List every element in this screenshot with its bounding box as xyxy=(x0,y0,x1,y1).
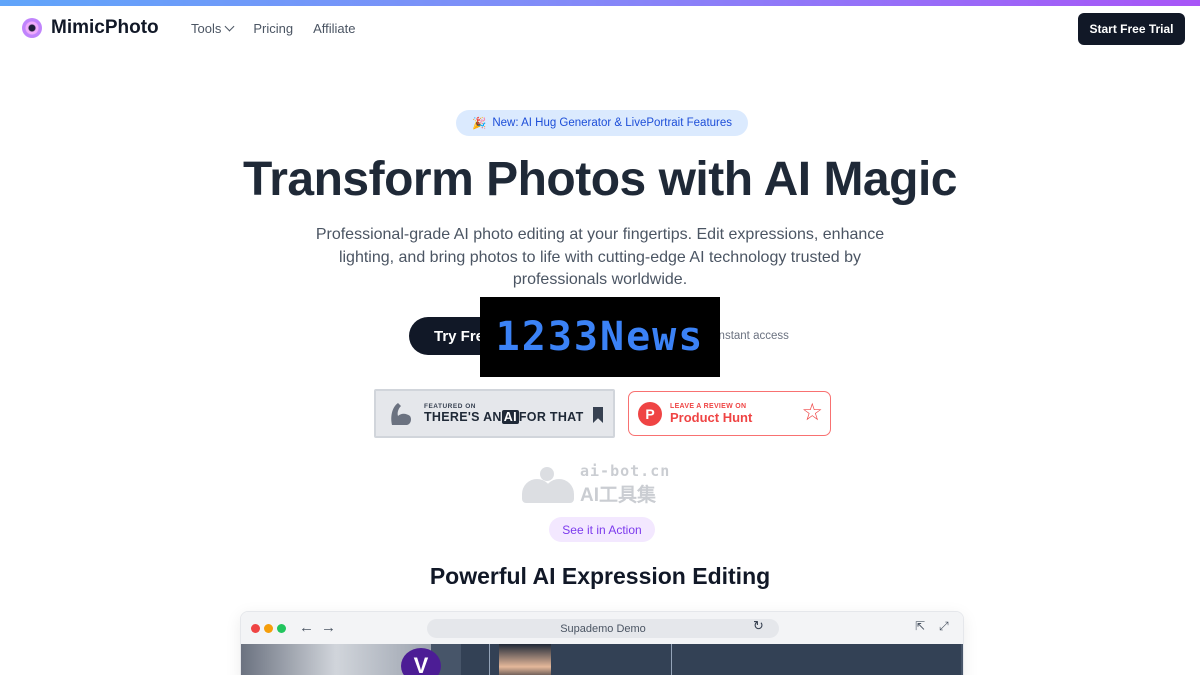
demo-preview[interactable]: V xyxy=(241,644,963,675)
navbar: MimicPhoto Tools Pricing Affiliate Start… xyxy=(0,6,1200,52)
nav-tools-label: Tools xyxy=(191,21,222,36)
nav-pricing[interactable]: Pricing xyxy=(253,21,293,36)
product-hunt-badge[interactable]: P LEAVE A REVIEW ON Product Hunt ☆ xyxy=(628,391,831,436)
logo[interactable]: MimicPhoto xyxy=(22,17,159,39)
overlay-text: 1233News xyxy=(495,314,705,360)
ph-small-text: LEAVE A REVIEW ON xyxy=(670,402,747,410)
section-title: Powerful AI Expression Editing xyxy=(429,563,771,589)
product-hunt-logo-icon: P xyxy=(638,401,662,426)
chevron-down-icon xyxy=(224,21,235,32)
demo-window[interactable]: ← → Supademo Demo ↻ ⇱ ⤢ V xyxy=(240,611,964,675)
watermark-logo-icon xyxy=(522,466,574,503)
nav-links: Tools Pricing Affiliate xyxy=(191,21,356,36)
maximize-dot-icon xyxy=(277,624,286,633)
aithat-big-text: THERE'S AN AI FOR THAT xyxy=(424,410,584,424)
nav-affiliate[interactable]: Affiliate xyxy=(313,21,355,36)
announcement-badge[interactable]: 🎉 New: AI Hug Generator & LivePortrait F… xyxy=(456,110,748,136)
cta-note: instant access xyxy=(716,330,789,342)
reload-icon[interactable]: ↻ xyxy=(753,618,764,634)
announcement-text: New: AI Hug Generator & LivePortrait Fea… xyxy=(492,117,733,129)
demo-divider xyxy=(489,644,490,675)
fullscreen-icon[interactable]: ⤢ xyxy=(939,619,949,634)
demo-avatar-letter: V xyxy=(401,648,441,675)
watermark-line1: ai-bot.cn xyxy=(580,462,671,480)
see-it-in-action-pill: See it in Action xyxy=(549,517,655,542)
flexed-arm-icon xyxy=(391,402,411,425)
logo-icon xyxy=(22,18,42,38)
hero-title: Transform Photos with AI Magic xyxy=(243,153,957,206)
brand-name: MimicPhoto xyxy=(51,17,159,38)
watermark-line2: AI工具集 xyxy=(580,485,657,506)
overlay-banner: 1233News xyxy=(480,297,720,377)
close-dot-icon xyxy=(251,624,260,633)
aithat-small-text: FEATURED ON xyxy=(424,403,476,410)
bookmark-icon xyxy=(593,407,603,423)
ph-big-text: Product Hunt xyxy=(670,409,753,425)
hero-subtitle: Professional-grade AI photo editing at y… xyxy=(315,226,885,288)
forward-arrow-icon[interactable]: → xyxy=(321,619,336,636)
party-icon: 🎉 xyxy=(471,118,487,130)
back-arrow-icon[interactable]: ← xyxy=(299,619,314,636)
demo-url-bar[interactable]: Supademo Demo xyxy=(427,619,779,638)
demo-face-thumbnail xyxy=(499,644,551,675)
minimize-dot-icon xyxy=(264,624,273,633)
watermark: ai-bot.cn AI工具集 xyxy=(522,462,670,507)
star-icon: ☆ xyxy=(801,399,823,426)
open-external-icon[interactable]: ⇱ xyxy=(915,619,925,633)
nav-tools[interactable]: Tools xyxy=(191,21,235,36)
demo-browser-bar: ← → Supademo Demo ↻ ⇱ ⤢ xyxy=(241,612,963,644)
start-free-trial-button[interactable]: Start Free Trial xyxy=(1078,13,1185,45)
demo-divider xyxy=(671,644,672,675)
theres-an-ai-for-that-badge[interactable]: FEATURED ON THERE'S AN AI FOR THAT xyxy=(374,389,615,438)
